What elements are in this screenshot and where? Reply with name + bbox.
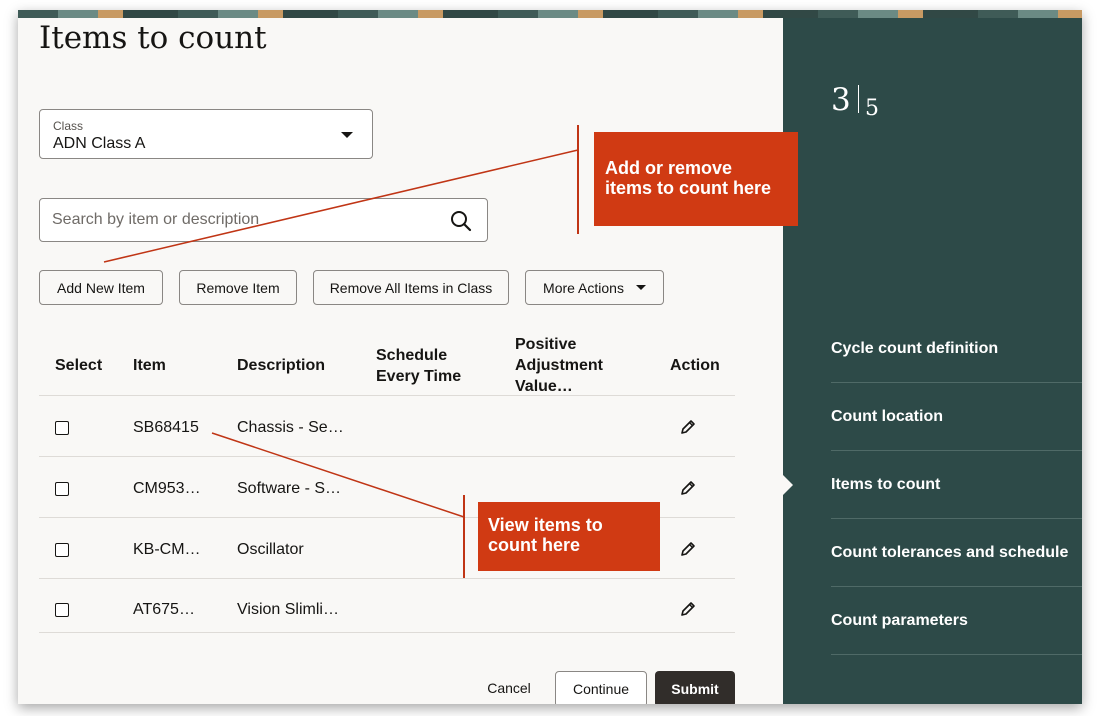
- callout-bracket: [577, 125, 579, 234]
- chevron-down-icon: [635, 285, 646, 290]
- step-count-location[interactable]: Count location: [831, 383, 1082, 451]
- row-divider: [39, 632, 735, 633]
- search-input[interactable]: [52, 209, 432, 231]
- decorative-banner: [18, 10, 1082, 18]
- cancel-button[interactable]: Cancel: [473, 673, 545, 703]
- row-checkbox[interactable]: [55, 421, 69, 435]
- column-header-positive-adjustment[interactable]: Positive Adjustment Value…: [515, 334, 603, 397]
- item-cell: SB68415: [133, 419, 199, 436]
- positive-header-line3: Value…: [515, 378, 573, 395]
- class-value: ADN Class A: [53, 135, 146, 152]
- description-cell: Chassis - Se…: [237, 419, 344, 436]
- step-count-tolerances-and-schedule[interactable]: Count tolerances and schedule: [831, 519, 1082, 587]
- callout-line-2: count here: [488, 535, 581, 555]
- step-items-to-count[interactable]: Items to count: [831, 451, 1082, 519]
- search-icon[interactable]: [450, 210, 472, 237]
- app-window: Items to count Class ADN Class A Add New…: [18, 10, 1082, 704]
- column-header-select: Select: [55, 357, 103, 374]
- more-actions-label: More Actions: [543, 279, 624, 296]
- step-count-parameters[interactable]: Count parameters: [831, 587, 1082, 655]
- step-label: Count location: [831, 407, 943, 425]
- continue-label: Continue: [572, 681, 630, 697]
- pencil-icon[interactable]: [679, 600, 697, 623]
- row-checkbox[interactable]: [55, 543, 69, 557]
- column-header-item[interactable]: Item: [133, 355, 166, 376]
- pencil-icon[interactable]: [679, 540, 697, 563]
- schedule-header-line1: Schedule: [376, 347, 448, 364]
- item-cell: KB-CM…: [133, 541, 201, 558]
- row-checkbox[interactable]: [55, 482, 69, 496]
- column-header-description[interactable]: Description: [237, 355, 325, 376]
- item-cell: AT675…: [133, 601, 195, 618]
- callout-line-1: Add or remove: [605, 158, 733, 178]
- step-current-number: 3: [831, 82, 851, 118]
- item-cell: CM953…: [133, 480, 201, 497]
- chevron-down-icon: [341, 132, 353, 138]
- remove-item-button[interactable]: Remove Item: [179, 270, 297, 305]
- search-box: [39, 198, 488, 242]
- active-step-indicator: [783, 475, 793, 495]
- description-cell: Vision Slimli…: [237, 601, 339, 618]
- pencil-icon[interactable]: [679, 479, 697, 502]
- positive-header-line1: Positive: [515, 336, 577, 353]
- more-actions-button[interactable]: More Actions: [525, 270, 664, 305]
- callout-bracket: [463, 495, 465, 578]
- row-divider: [39, 456, 735, 457]
- callout-line-1: View items to: [488, 515, 603, 535]
- submit-button[interactable]: Submit: [655, 671, 735, 704]
- cancel-label: Cancel: [487, 680, 531, 696]
- remove-item-label: Remove Item: [196, 279, 280, 296]
- step-label: Count tolerances and schedule: [831, 543, 1069, 561]
- row-divider: [39, 395, 735, 396]
- row-checkbox[interactable]: [55, 603, 69, 617]
- step-total-number: 5: [865, 96, 879, 121]
- class-select[interactable]: Class ADN Class A: [39, 109, 373, 159]
- callout-line-2: items to count here: [605, 178, 772, 198]
- add-new-item-button[interactable]: Add New Item: [39, 270, 163, 305]
- add-new-item-label: Add New Item: [57, 279, 145, 296]
- step-label: Count parameters: [831, 611, 968, 629]
- schedule-header-line2: Every Time: [376, 368, 462, 385]
- class-label: Class: [53, 119, 84, 133]
- remove-all-items-button[interactable]: Remove All Items in Class: [313, 270, 509, 305]
- step-label: Cycle count definition: [831, 339, 999, 357]
- pencil-icon[interactable]: [679, 418, 697, 441]
- remove-all-label: Remove All Items in Class: [329, 279, 493, 296]
- submit-label: Submit: [671, 681, 719, 697]
- description-cell: Software - S…: [237, 480, 342, 497]
- column-header-schedule[interactable]: Schedule Every Time: [376, 345, 461, 387]
- main-panel: Items to count Class ADN Class A Add New…: [18, 18, 783, 704]
- view-items-callout: View items to count here: [478, 502, 660, 571]
- step-label: Items to count: [831, 475, 941, 493]
- add-remove-callout: Add or remove items to count here: [594, 132, 798, 226]
- stepper-panel: 3 5 Cycle count definition Count locatio…: [783, 18, 1082, 704]
- step-divider: [858, 85, 859, 113]
- step-cycle-count-definition[interactable]: Cycle count definition: [831, 315, 1082, 383]
- row-divider: [39, 578, 735, 579]
- positive-header-line2: Adjustment: [515, 357, 603, 374]
- column-header-action: Action: [670, 357, 720, 374]
- description-cell: Oscillator: [237, 541, 304, 558]
- continue-button[interactable]: Continue: [555, 671, 647, 704]
- page-title: Items to count: [39, 20, 267, 56]
